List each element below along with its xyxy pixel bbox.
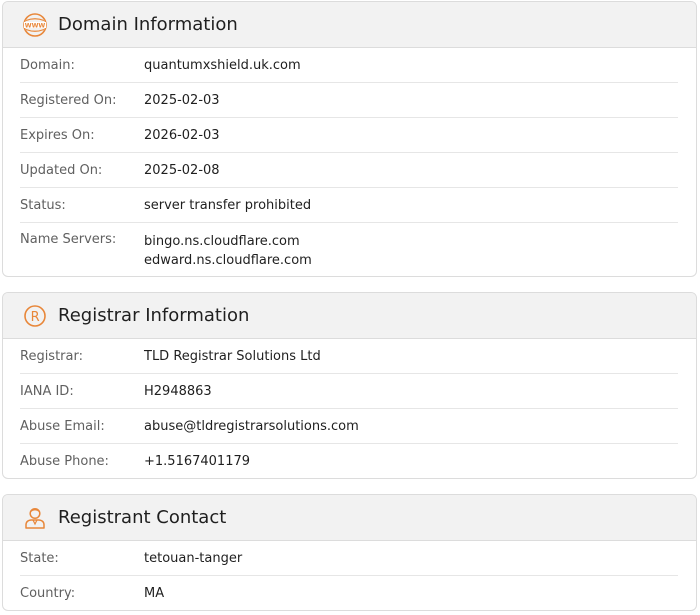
registrant-contact-card: Registrant Contact State: tetouan-tanger… [2, 494, 697, 611]
registrar-value: TLD Registrar Solutions Ltd [144, 348, 321, 364]
name-server-2: edward.ns.cloudflare.com [144, 253, 312, 268]
updated-on-row: Updated On: 2025-02-08 [20, 153, 678, 188]
name-server-1: bingo.ns.cloudflare.com [144, 234, 300, 249]
country-value: MA [144, 586, 165, 601]
status-row: Status: server transfer prohibited [20, 188, 678, 223]
name-servers-value: bingo.ns.cloudflare.com edward.ns.cloudf… [144, 232, 312, 270]
updated-on-label: Updated On: [20, 162, 103, 178]
abuse-phone-label: Abuse Phone: [20, 454, 109, 469]
state-value: tetouan-tanger [144, 550, 243, 566]
registrar-label: Registrar: [20, 348, 83, 364]
abuse-email-label: Abuse Email: [20, 418, 105, 434]
www-globe-icon: WWW [22, 12, 48, 38]
svg-text:R: R [31, 310, 40, 325]
state-row: State: tetouan-tanger [20, 541, 678, 576]
iana-id-row: IANA ID: H2948863 [20, 374, 678, 409]
registrar-information-title: Registrar Information [58, 305, 250, 326]
status-value: server transfer prohibited [144, 197, 312, 213]
registrar-information-header: R Registrar Information [3, 293, 696, 339]
updated-on-value: 2025-02-08 [144, 162, 220, 178]
registered-on-value: 2025-02-03 [144, 92, 220, 108]
iana-id-value: H2948863 [144, 383, 212, 399]
state-label: State: [20, 550, 59, 566]
person-icon [22, 505, 48, 531]
name-servers-row: Name Servers: bingo.ns.cloudflare.com ed… [20, 223, 678, 276]
svg-text:WWW: WWW [25, 22, 46, 29]
expires-on-row: Expires On: 2026-02-03 [20, 118, 678, 153]
registrar-information-card: R Registrar Information Registrar: TLD R… [2, 292, 697, 479]
country-label: Country: [20, 586, 76, 601]
domain-row: Domain: quantumxshield.uk.com [20, 48, 678, 83]
country-row: Country: MA [20, 576, 678, 610]
abuse-email-row: Abuse Email: abuse@tldregistrarsolutions… [20, 409, 678, 444]
expires-on-label: Expires On: [20, 127, 95, 143]
registrant-contact-title: Registrant Contact [58, 507, 227, 528]
abuse-email-value: abuse@tldregistrarsolutions.com [144, 418, 359, 434]
registered-on-row: Registered On: 2025-02-03 [20, 83, 678, 118]
registered-icon: R [22, 303, 48, 329]
domain-label: Domain: [20, 57, 75, 73]
status-label: Status: [20, 197, 66, 213]
registered-on-label: Registered On: [20, 92, 117, 108]
abuse-phone-value: +1.5167401179 [144, 454, 251, 469]
registrant-contact-header: Registrant Contact [3, 495, 696, 541]
domain-information-header: WWW Domain Information [3, 2, 696, 48]
domain-information-title: Domain Information [58, 14, 238, 35]
expires-on-value: 2026-02-03 [144, 127, 220, 143]
name-servers-label: Name Servers: [20, 232, 117, 247]
registrar-row: Registrar: TLD Registrar Solutions Ltd [20, 339, 678, 374]
iana-id-label: IANA ID: [20, 383, 74, 399]
domain-value: quantumxshield.uk.com [144, 57, 301, 73]
domain-information-card: WWW Domain Information Domain: quantumxs… [2, 1, 697, 277]
abuse-phone-row: Abuse Phone: +1.5167401179 [20, 444, 678, 478]
